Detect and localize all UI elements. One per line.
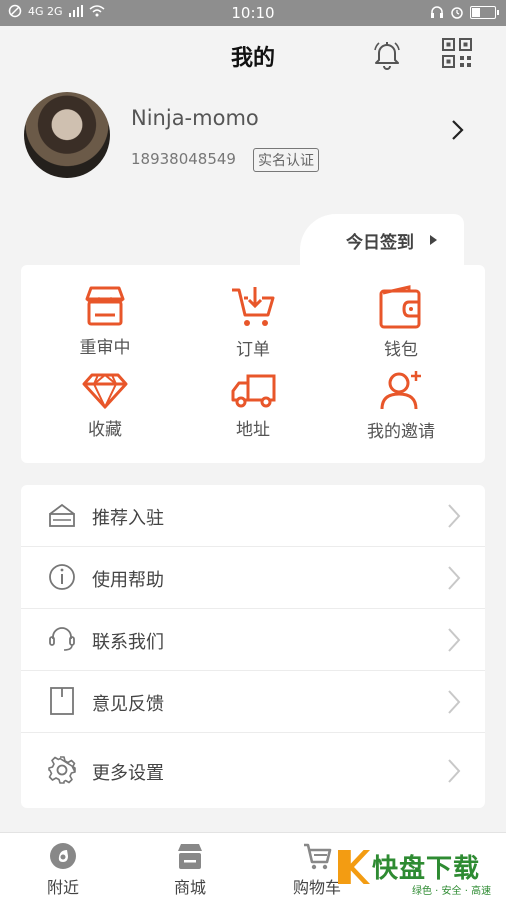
cart-download-icon [232,287,275,326]
watermark-brand: 快盘下载 [372,854,481,884]
chevron-right-icon [448,504,461,528]
grid-label: 重审中 [79,338,131,358]
list-item-label: 意见反馈 [92,694,164,715]
play-arrow-icon [430,235,437,245]
grid-item-address[interactable]: 地址 [193,373,313,440]
checkin-button[interactable]: 今日签到 [300,214,464,266]
status-bar: 4G 2G 10:10 [0,0,506,26]
chevron-right-icon[interactable] [448,118,466,142]
user-add-icon [380,371,421,410]
list-item-recommend[interactable]: 推荐入驻 [21,485,485,547]
grid-item-review[interactable]: 重审中 [45,285,165,358]
headset-icon [431,5,443,18]
grid-item-favorites[interactable]: 收藏 [45,373,165,440]
list-item-contact[interactable]: 联系我们 [21,609,485,671]
verify-badge[interactable]: 实名认证 [253,148,319,172]
qrcode-icon[interactable] [442,38,472,68]
watermark-tagline: 绿色 · 安全 · 高速 [412,886,492,897]
list-item-label: 更多设置 [92,763,164,784]
battery-icon [470,5,499,19]
wallet-icon [379,285,421,329]
gear-icon [48,756,76,784]
cart-icon [304,843,332,870]
list-item-settings[interactable]: 更多设置 [21,733,485,808]
alarm-icon [451,7,463,19]
avatar[interactable] [24,92,110,178]
tab-label: 附近 [46,878,79,897]
settings-list: 推荐入驻 使用帮助 联系我们 意见反馈 更多设置 [21,485,485,808]
watermark-logo: 快盘下载 绿色 · 安全 · 高速 [338,848,504,898]
list-item-label: 使用帮助 [92,570,164,591]
list-item-help[interactable]: 使用帮助 [21,547,485,609]
profile-card[interactable]: Ninja-momo 18938048549 实名认证 [0,92,506,182]
header: 我的 [0,26,506,82]
chevron-right-icon [448,690,461,714]
list-item-label: 联系我们 [92,632,164,653]
grid-label: 钱包 [384,340,418,360]
truck-icon [231,374,276,408]
list-item-label: 推荐入驻 [92,508,164,529]
feedback-icon [50,687,74,715]
shortcut-grid: 重审中 订单 钱包 收藏 地址 我的邀请 [21,265,485,463]
grid-label: 地址 [236,420,270,440]
k-logo-icon [338,850,370,884]
grid-item-invites[interactable]: 我的邀请 [341,369,461,442]
page-title: 我的 [230,46,275,71]
grid-label: 收藏 [88,420,122,440]
grid-label: 订单 [236,340,270,360]
list-item-feedback[interactable]: 意见反馈 [21,671,485,733]
chevron-right-icon [448,759,461,783]
shop-icon [85,286,125,326]
username: Ninja-momo [131,106,259,130]
compass-icon [50,843,76,869]
headset-icon [49,627,75,651]
grid-item-orders[interactable]: 订单 [193,285,313,360]
info-icon [49,564,75,590]
grid-item-wallet[interactable]: 钱包 [341,285,461,360]
chevron-right-icon [448,566,461,590]
diamond-icon [82,373,128,409]
tray-icon [49,503,75,527]
chevron-right-icon [448,628,461,652]
tab-nearby[interactable]: 附近 [18,841,108,898]
bell-icon[interactable] [372,38,402,70]
tab-label: 商城 [173,878,206,897]
store-icon [178,844,202,869]
phone-number: 18938048549 [131,150,236,168]
checkin-label: 今日签到 [346,233,414,253]
grid-label: 我的邀请 [367,422,435,442]
tab-store[interactable]: 商城 [145,841,235,898]
